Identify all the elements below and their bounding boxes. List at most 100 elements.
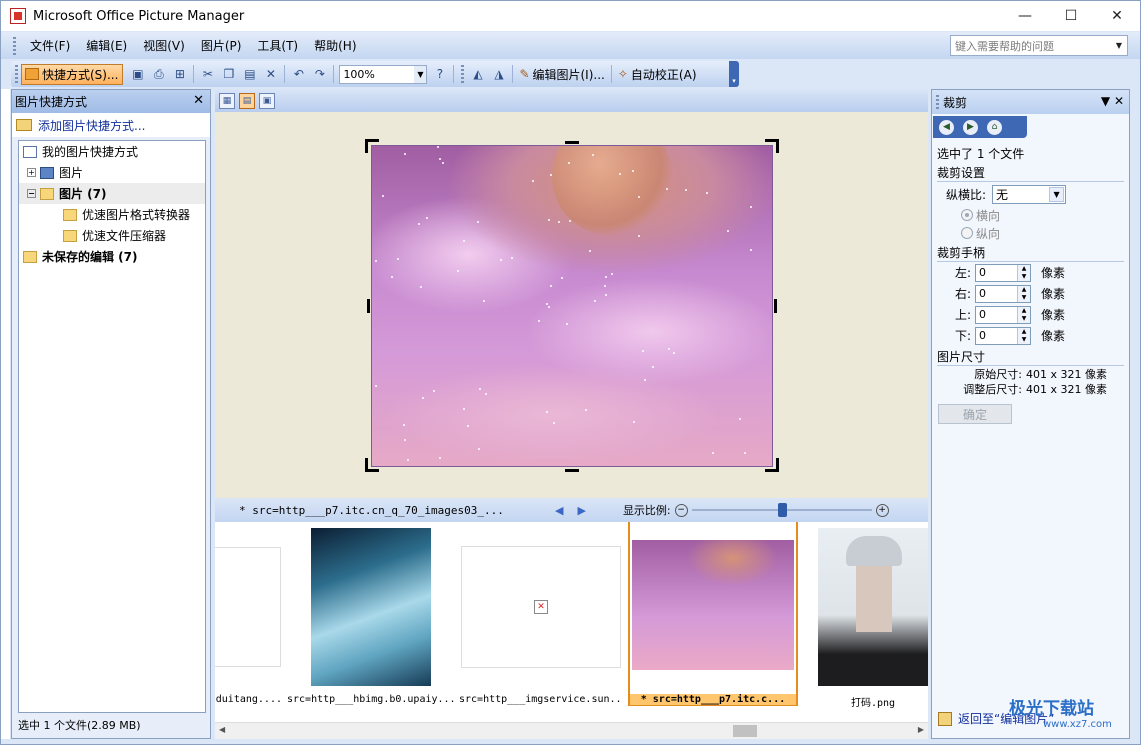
spin-arrows-icon[interactable]: ▲ ▼ bbox=[1017, 306, 1030, 323]
star-dot bbox=[585, 409, 587, 411]
picture-size-heading: 图片尺寸 bbox=[937, 348, 1124, 366]
rotate-right-icon[interactable]: ◮ bbox=[488, 64, 509, 85]
chevron-down-icon[interactable]: ▼ bbox=[414, 65, 427, 83]
star-dot bbox=[652, 366, 654, 368]
toolbar-options-icon[interactable]: ▾ bbox=[729, 61, 739, 87]
chevron-down-icon[interactable]: ▼ bbox=[1111, 36, 1127, 55]
pane-menu-icon[interactable]: ▼ bbox=[1101, 94, 1110, 108]
filmstrip-scrollbar[interactable]: ◀ ▶ bbox=[215, 722, 928, 739]
maximize-button[interactable]: ☐ bbox=[1048, 1, 1094, 31]
unit-label: 像素 bbox=[1041, 329, 1066, 343]
star-dot bbox=[604, 285, 606, 287]
menu-edit[interactable]: 编辑(E) bbox=[78, 37, 135, 54]
edit-picture-icon: ✎ bbox=[519, 67, 530, 81]
zoom-select[interactable]: 100% ▼ bbox=[339, 64, 428, 84]
menu-picture[interactable]: 图片(P) bbox=[193, 37, 250, 54]
expand-icon[interactable]: + bbox=[27, 168, 36, 177]
crop-handle-right[interactable] bbox=[774, 299, 777, 313]
menu-file[interactable]: 文件(F) bbox=[22, 37, 78, 54]
redo-icon[interactable]: ↷ bbox=[309, 64, 330, 85]
previous-arrow-icon[interactable]: ◀ bbox=[555, 504, 563, 517]
menu-tools[interactable]: 工具(T) bbox=[249, 37, 306, 54]
tree-node-folder-converter[interactable]: 优速图片格式转换器 bbox=[19, 204, 205, 225]
zoom-in-icon[interactable]: + bbox=[875, 503, 889, 517]
star-dot bbox=[668, 348, 670, 350]
thumbnail-view-icon[interactable]: ▦ bbox=[219, 92, 235, 109]
crop-handle-top-right[interactable] bbox=[765, 139, 779, 153]
tree-node-pictures[interactable]: + 图片 bbox=[19, 162, 205, 183]
close-button[interactable]: ✕ bbox=[1094, 1, 1140, 31]
left-crop-stepper[interactable]: 0 ▲ ▼ bbox=[975, 263, 1031, 282]
filmstrip-item-selected[interactable]: * src=http___p7.itc.c... bbox=[628, 522, 798, 706]
separator bbox=[333, 65, 335, 83]
shortcut-button[interactable]: 快捷方式(S)... bbox=[21, 63, 124, 85]
chevron-down-icon[interactable]: ▼ bbox=[1049, 186, 1065, 202]
star-dot bbox=[479, 388, 481, 390]
filmstrip-item[interactable]: duitang.... bbox=[215, 528, 282, 708]
home-icon[interactable]: ⌂ bbox=[987, 119, 1002, 135]
back-icon[interactable]: ◀ bbox=[939, 119, 954, 135]
crop-handle-bottom-left[interactable] bbox=[365, 458, 379, 472]
undo-icon[interactable]: ↶ bbox=[288, 64, 309, 85]
spin-arrows-icon[interactable]: ▲ ▼ bbox=[1017, 285, 1030, 302]
tree-node-folder-compressor[interactable]: 优速文件压缩器 bbox=[19, 225, 205, 246]
auto-correct-button[interactable]: ✧ 自动校正(A) bbox=[615, 66, 700, 83]
thumbnail-placeholder bbox=[215, 528, 282, 686]
bottom-crop-value: 0 bbox=[979, 329, 986, 342]
ok-button[interactable]: 确定 bbox=[938, 404, 1012, 424]
close-icon[interactable]: ✕ bbox=[1114, 94, 1124, 108]
spin-arrows-icon[interactable]: ▲ ▼ bbox=[1017, 327, 1030, 344]
menu-help[interactable]: 帮助(H) bbox=[306, 37, 364, 54]
crop-handle-left[interactable] bbox=[367, 299, 370, 313]
crop-handle-bottom-right[interactable] bbox=[765, 458, 779, 472]
aspect-ratio-select[interactable]: 无 ▼ bbox=[992, 184, 1067, 204]
right-crop-value: 0 bbox=[979, 287, 986, 300]
collapse-icon[interactable]: − bbox=[27, 189, 36, 198]
save-icon[interactable]: ▣ bbox=[127, 64, 148, 85]
tree-node-pictures-7[interactable]: − 图片 (7) bbox=[19, 183, 205, 204]
rotate-left-icon[interactable]: ◭ bbox=[467, 64, 488, 85]
grip-icon bbox=[936, 95, 939, 109]
slider-thumb[interactable] bbox=[777, 503, 787, 517]
tree-node-unsaved[interactable]: 未保存的编辑 (7) bbox=[19, 246, 205, 267]
single-picture-view-icon[interactable]: ▣ bbox=[259, 92, 275, 109]
help-search-input[interactable]: 键入需要帮助的问题 ▼ bbox=[950, 35, 1128, 56]
landscape-radio[interactable] bbox=[961, 209, 973, 221]
delete-icon[interactable]: ✕ bbox=[260, 64, 281, 85]
next-arrow-icon[interactable]: ▶ bbox=[577, 504, 585, 517]
filmstrip-view-icon[interactable]: ▤ bbox=[239, 92, 255, 109]
filmstrip-item[interactable]: ✕ src=http___imgservice.sun... bbox=[459, 528, 623, 708]
top-label: 上: bbox=[954, 308, 971, 322]
minimize-button[interactable]: — bbox=[1002, 1, 1048, 31]
top-crop-stepper[interactable]: 0 ▲ ▼ bbox=[975, 305, 1031, 324]
cut-icon[interactable]: ✂ bbox=[197, 64, 218, 85]
crop-handle-top-left[interactable] bbox=[365, 139, 379, 153]
scroll-right-icon[interactable]: ▶ bbox=[918, 725, 924, 734]
copy-icon[interactable]: ❐ bbox=[218, 64, 239, 85]
menu-view[interactable]: 视图(V) bbox=[135, 37, 193, 54]
edit-picture-button[interactable]: ✎ 编辑图片(I)... bbox=[516, 66, 607, 83]
help-icon[interactable]: ? bbox=[429, 64, 450, 85]
crop-handle-bottom[interactable] bbox=[565, 469, 579, 472]
spin-arrows-icon[interactable]: ▲ ▼ bbox=[1017, 264, 1030, 281]
zoom-out-icon[interactable]: − bbox=[674, 503, 688, 517]
bottom-crop-stepper[interactable]: 0 ▲ ▼ bbox=[975, 326, 1031, 345]
send-icon[interactable]: ⊞ bbox=[169, 64, 190, 85]
forward-icon[interactable]: ▶ bbox=[963, 119, 978, 135]
tree-node-root[interactable]: 我的图片快捷方式 bbox=[19, 141, 205, 162]
shortcuts-icon bbox=[23, 145, 37, 158]
scrollbar-thumb[interactable] bbox=[733, 725, 757, 737]
print-icon[interactable]: ⎙ bbox=[148, 64, 169, 85]
star-dot bbox=[558, 221, 560, 223]
star-dot bbox=[592, 154, 594, 156]
zoom-slider[interactable] bbox=[691, 503, 872, 517]
close-icon[interactable]: ✕ bbox=[193, 93, 204, 108]
crop-handle-top[interactable] bbox=[565, 141, 579, 144]
right-crop-stepper[interactable]: 0 ▲ ▼ bbox=[975, 284, 1031, 303]
filmstrip-item[interactable]: 打码.png bbox=[813, 528, 928, 709]
add-shortcut-link[interactable]: 添加图片快捷方式... bbox=[12, 113, 210, 137]
scroll-left-icon[interactable]: ◀ bbox=[219, 725, 225, 734]
portrait-radio[interactable] bbox=[961, 227, 973, 239]
filmstrip-item[interactable]: src=http___hbimg.b0.upaiy... bbox=[287, 528, 455, 708]
paste-icon[interactable]: ▤ bbox=[239, 64, 260, 85]
